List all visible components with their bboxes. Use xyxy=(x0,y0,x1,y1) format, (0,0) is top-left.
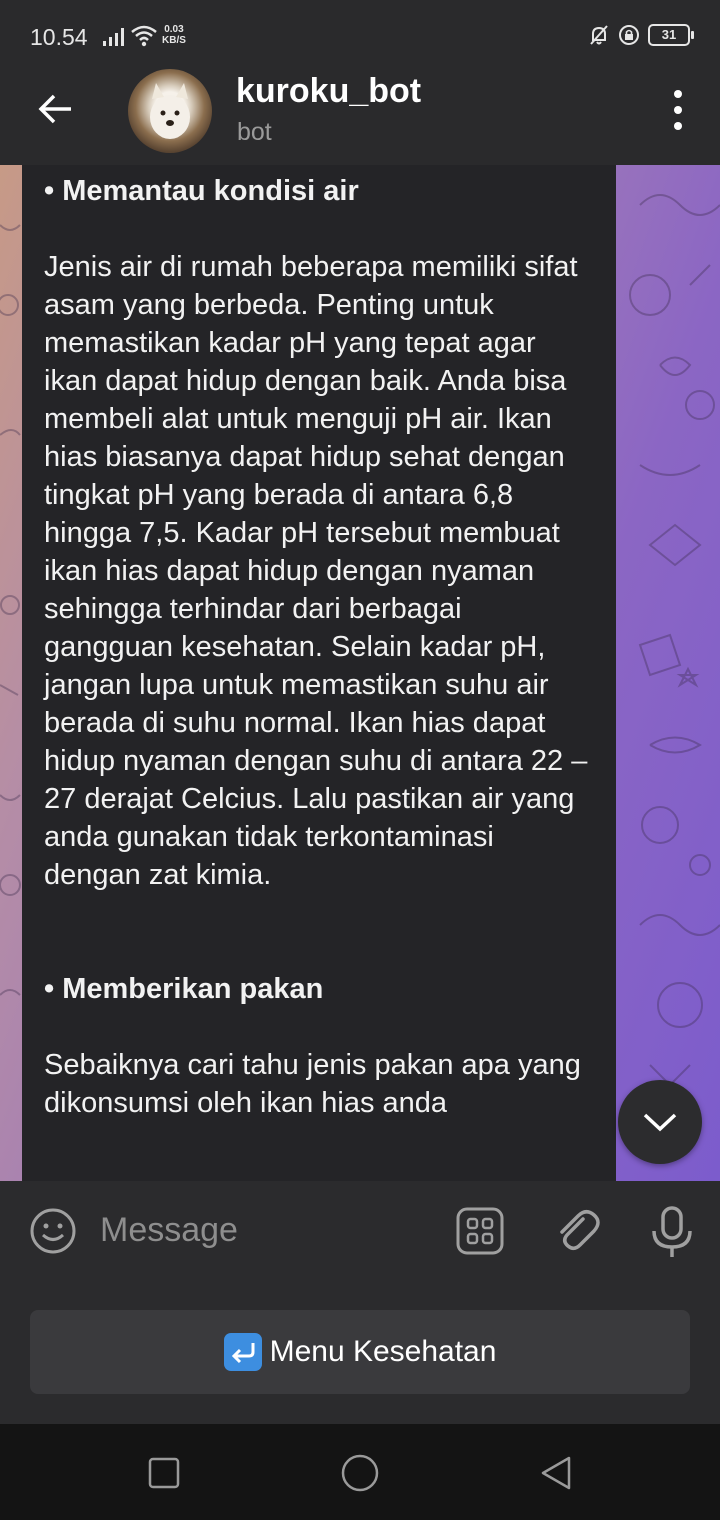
status-right-icons: 31 xyxy=(588,24,694,46)
square-icon xyxy=(148,1457,180,1489)
chat-subtitle: bot xyxy=(237,118,272,146)
message-bubble[interactable]: • Memantau kondisi air Jenis air di ruma… xyxy=(22,165,616,1181)
recents-button[interactable] xyxy=(139,1448,189,1498)
message-text: • Memantau kondisi air Jenis air di ruma… xyxy=(44,172,594,1122)
dot xyxy=(674,106,682,114)
return-arrow-icon xyxy=(223,1333,262,1371)
message-heading-2: • Memberikan pakan xyxy=(44,973,324,1005)
signal-icon xyxy=(103,28,124,46)
chat-title[interactable]: kuroku_bot xyxy=(236,72,421,111)
attach-button[interactable] xyxy=(550,1205,602,1262)
status-bar: 10.54 0.03 KB/S 31 xyxy=(0,0,720,66)
message-paragraph-1: Jenis air di rumah beberapa memiliki sif… xyxy=(44,251,588,891)
avatar[interactable] xyxy=(128,69,212,153)
battery-indicator: 31 xyxy=(648,24,694,46)
smile-icon xyxy=(30,1208,76,1254)
back-button[interactable] xyxy=(30,86,80,132)
voice-button[interactable] xyxy=(648,1205,696,1264)
emoji-button[interactable] xyxy=(28,1206,78,1261)
bell-off-icon xyxy=(590,25,608,45)
arrow-left-icon xyxy=(38,94,71,124)
menu-kesehatan-button[interactable]: Menu Kesehatan xyxy=(30,1310,690,1394)
chat-area[interactable]: • Memantau kondisi air Jenis air di ruma… xyxy=(0,165,720,1181)
dog-avatar-image xyxy=(150,83,190,139)
triangle-back-icon xyxy=(541,1456,571,1490)
bot-keyboard-button[interactable] xyxy=(455,1206,505,1261)
menu-kesehatan-label: Menu Kesehatan xyxy=(269,1335,497,1368)
message-paragraph-2: Sebaiknya cari tahu jenis pakan apa yang… xyxy=(44,1049,581,1119)
paperclip-icon xyxy=(560,1210,600,1250)
back-nav-button[interactable] xyxy=(531,1448,581,1498)
message-heading-1: • Memantau kondisi air xyxy=(44,175,359,207)
system-nav-bar xyxy=(0,1424,720,1520)
chevron-down-icon xyxy=(643,1113,677,1132)
home-button[interactable] xyxy=(335,1448,385,1498)
bot-keyboard: Menu Kesehatan xyxy=(0,1281,720,1424)
more-options-button[interactable] xyxy=(666,90,690,130)
circle-icon xyxy=(341,1454,379,1492)
net-speed-unit: KB/S xyxy=(162,35,186,46)
chat-header: kuroku_bot bot xyxy=(0,66,720,165)
net-speed: 0.03 KB/S xyxy=(162,24,186,46)
message-input[interactable] xyxy=(100,1205,430,1255)
keyboard-grid-icon xyxy=(456,1207,504,1255)
status-time: 10.54 xyxy=(30,24,88,50)
microphone-icon xyxy=(652,1206,692,1257)
net-speed-value: 0.03 xyxy=(164,24,184,35)
scroll-down-button[interactable] xyxy=(618,1080,702,1164)
message-input-bar xyxy=(0,1181,720,1281)
lock-rotation-icon xyxy=(619,25,639,45)
dot xyxy=(674,122,682,130)
wifi-icon xyxy=(131,25,157,47)
dot xyxy=(674,90,682,98)
